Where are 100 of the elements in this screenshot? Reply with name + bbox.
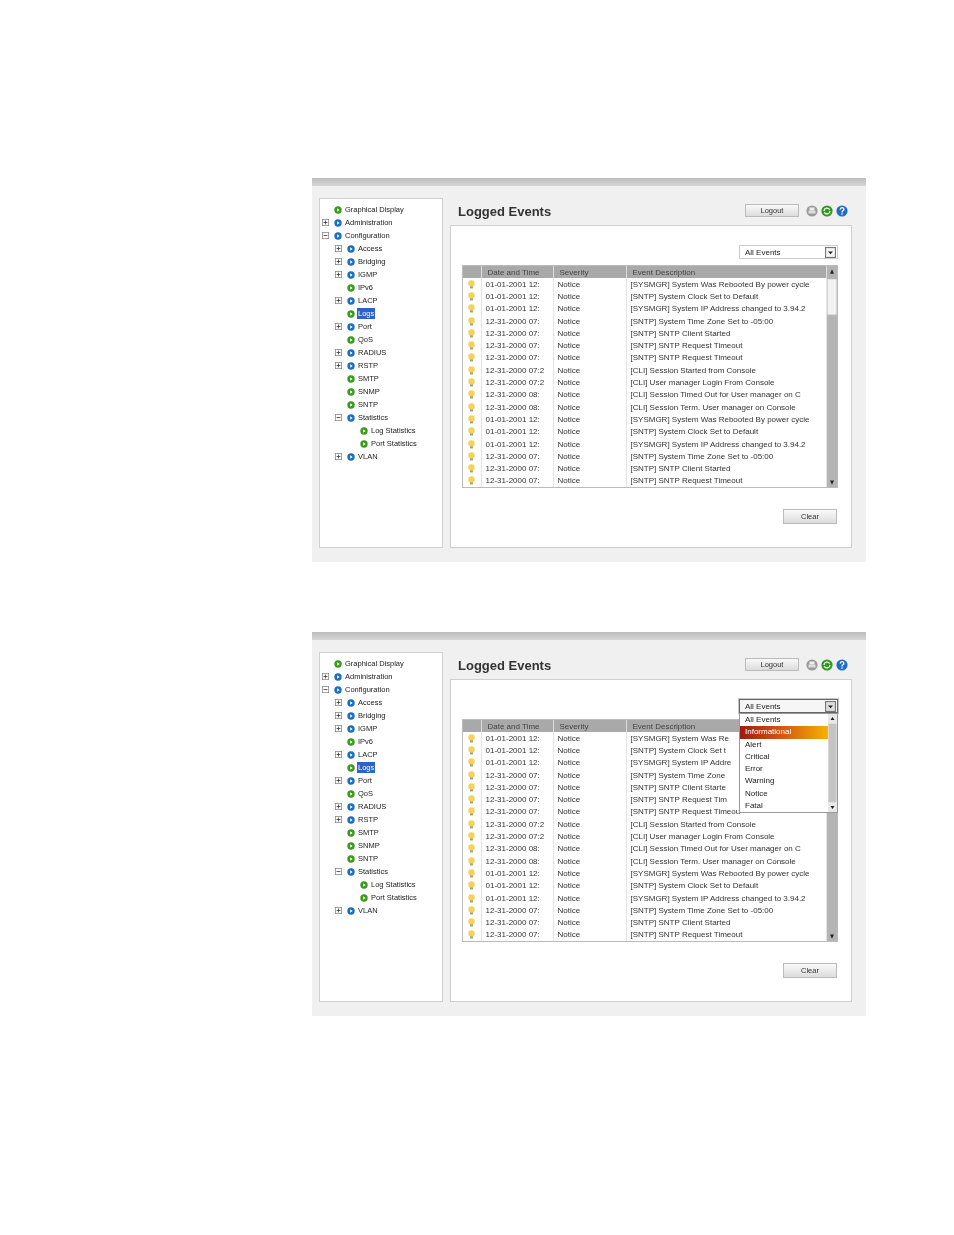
- lightbulb-icon: [467, 795, 476, 805]
- collapse-toggle[interactable]: [335, 868, 342, 875]
- column-header[interactable]: Event Description: [626, 266, 827, 278]
- expand-toggle[interactable]: [322, 219, 329, 226]
- table-cell: [SNTP] SNTP Client Started: [626, 916, 827, 929]
- table-cell: 01-01-2001 12:: [481, 867, 553, 880]
- expand-toggle[interactable]: [322, 673, 329, 680]
- expand-toggle[interactable]: [335, 362, 342, 369]
- table-cell: 12-31-2000 07:: [481, 351, 553, 365]
- scrollbar[interactable]: [827, 266, 837, 488]
- table-cell: [SNTP] SNTP Client Started: [626, 462, 827, 475]
- expand-toggle[interactable]: [335, 725, 342, 732]
- help-icon[interactable]: [836, 658, 848, 671]
- column-header[interactable]: Severity: [553, 720, 626, 732]
- table-cell: [SNTP] System Clock Set to Default: [626, 425, 827, 438]
- table-cell: [SYSMGR] System IP Address changed to 3.94.2: [626, 891, 827, 905]
- lightbulb-icon: [467, 378, 476, 387]
- arrow-circle-icon: [347, 815, 355, 824]
- expand-toggle[interactable]: [335, 258, 342, 265]
- expand-toggle[interactable]: [335, 453, 342, 460]
- lightbulb-icon: [467, 819, 476, 829]
- lightbulb-icon: [467, 402, 476, 412]
- column-header[interactable]: Date and Time: [481, 720, 553, 732]
- table-cell: 12-31-2000 07:: [481, 462, 553, 475]
- table-cell: 12-31-2000 07:: [481, 327, 553, 340]
- table-cell: Notice: [553, 744, 626, 757]
- expand-toggle[interactable]: [335, 712, 342, 719]
- lightbulb-icon: [467, 291, 476, 301]
- table-cell: [SYSMGR] System Was Rebooted By power cycle: [626, 867, 827, 880]
- column-header[interactable]: Severity: [553, 266, 626, 278]
- table-cell: 01-01-2001 12:: [481, 732, 553, 745]
- expand-toggle[interactable]: [335, 907, 342, 914]
- table-cell: [CLI] User manager Login From Console: [626, 376, 827, 389]
- arrow-circle-icon: [347, 309, 355, 318]
- table-cell: Notice: [553, 928, 626, 942]
- table-cell: [SYSMGR] System IP Address changed to 3.94.2: [626, 302, 827, 315]
- expand-toggle[interactable]: [335, 699, 342, 706]
- dropdown-option[interactable]: Informational: [740, 726, 828, 739]
- event-filter-dropdown[interactable]: All Events: [739, 245, 838, 259]
- dropdown-option[interactable]: Alert: [740, 738, 828, 751]
- table-cell: 12-31-2000 07:2: [481, 376, 553, 389]
- table-cell: Notice: [553, 327, 626, 340]
- table-cell: [CLI] Session Term. User manager on Console: [626, 400, 827, 414]
- table-cell: Notice: [553, 904, 626, 917]
- dropdown-option[interactable]: Critical: [740, 750, 828, 764]
- scrollbar[interactable]: [828, 714, 837, 812]
- lightbulb-icon: [467, 414, 476, 424]
- table-cell: 01-01-2001 12:: [481, 302, 553, 315]
- arrow-circle-icon: [347, 361, 355, 370]
- arrow-circle-icon: [360, 880, 368, 889]
- event-filter-dropdown[interactable]: All Events: [739, 699, 838, 713]
- collapse-toggle[interactable]: [335, 414, 342, 421]
- expand-toggle[interactable]: [335, 297, 342, 304]
- table-cell: Notice: [553, 351, 626, 365]
- column-header[interactable]: Date and Time: [481, 266, 553, 278]
- dropdown-option[interactable]: Warning: [740, 775, 828, 788]
- expand-toggle[interactable]: [335, 751, 342, 758]
- arrow-circle-icon: [347, 724, 355, 733]
- table-cell: [SNTP] System Clock Set to Default: [626, 290, 827, 303]
- table-cell: Notice: [553, 462, 626, 475]
- arrow-circle-icon: [347, 737, 355, 746]
- table-cell: [CLI] Session Started from Console: [626, 818, 827, 831]
- dropdown-option[interactable]: Notice: [740, 787, 828, 801]
- help-icon[interactable]: [836, 204, 848, 217]
- expand-toggle[interactable]: [335, 349, 342, 356]
- lightbulb-icon: [467, 464, 476, 474]
- arrow-circle-icon: [347, 335, 355, 344]
- table-cell: 12-31-2000 07:: [481, 781, 553, 794]
- caret-icon: [825, 246, 836, 258]
- lightbulb-icon: [467, 341, 476, 351]
- refresh-icon[interactable]: [821, 658, 833, 671]
- table-cell: 12-31-2000 07:: [481, 904, 553, 917]
- expand-toggle[interactable]: [335, 816, 342, 823]
- table-cell: [SNTP] System Time Zone Set to -05:00: [626, 904, 827, 917]
- arrow-circle-icon: [347, 698, 355, 707]
- table-cell: Notice: [553, 854, 626, 868]
- table-cell: 01-01-2001 12:: [481, 413, 553, 426]
- expand-toggle[interactable]: [335, 245, 342, 252]
- collapse-toggle[interactable]: [322, 232, 329, 239]
- dropdown-option[interactable]: Fatal: [740, 800, 828, 813]
- expand-toggle[interactable]: [335, 271, 342, 278]
- arrow-circle-icon: [347, 374, 355, 383]
- arrow-circle-icon: [347, 270, 355, 279]
- expand-toggle[interactable]: [335, 803, 342, 810]
- table-cell: [SNTP] SNTP Client Started: [626, 327, 827, 340]
- table-cell: Notice: [553, 278, 626, 291]
- dropdown-option[interactable]: Error: [740, 763, 828, 776]
- lightbulb-icon: [467, 427, 476, 437]
- expand-toggle[interactable]: [335, 777, 342, 784]
- collapse-toggle[interactable]: [322, 686, 329, 693]
- table-cell: 12-31-2000 07:: [481, 339, 553, 352]
- expand-toggle[interactable]: [335, 323, 342, 330]
- lightbulb-icon: [467, 365, 476, 375]
- table-cell: [SNTP] System Time Zone Set to -05:00: [626, 314, 827, 328]
- lightbulb-icon: [467, 832, 476, 841]
- arrow-circle-icon: [347, 322, 355, 331]
- table-cell: Notice: [553, 768, 626, 782]
- table-cell: 01-01-2001 12:: [481, 425, 553, 438]
- arrow-circle-icon: [334, 231, 342, 240]
- refresh-icon[interactable]: [821, 204, 833, 217]
